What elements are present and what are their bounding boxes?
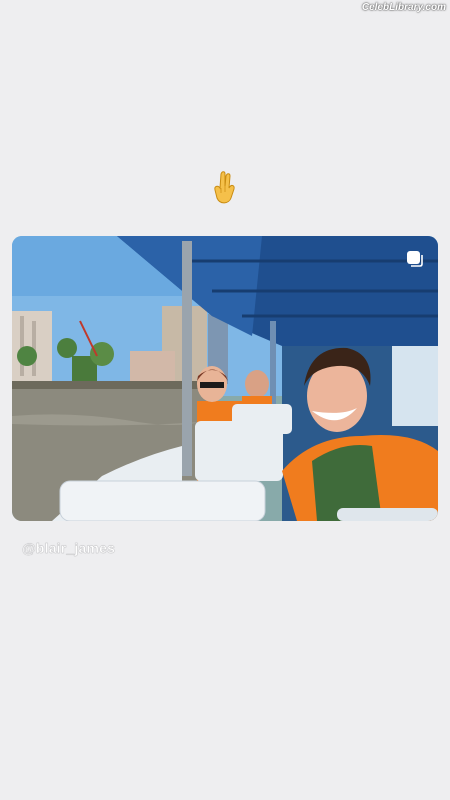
watermark-text: CelebLibrary.com (361, 2, 446, 13)
boat-selfie-image (12, 236, 438, 521)
multiple-photos-icon (407, 251, 423, 267)
waving-hand-emoji (214, 171, 235, 204)
shared-post-photo[interactable] (12, 236, 438, 521)
instagram-story: CelebLibrary.com @blair_james (0, 0, 450, 800)
username-mention[interactable]: @blair_james (22, 540, 115, 556)
